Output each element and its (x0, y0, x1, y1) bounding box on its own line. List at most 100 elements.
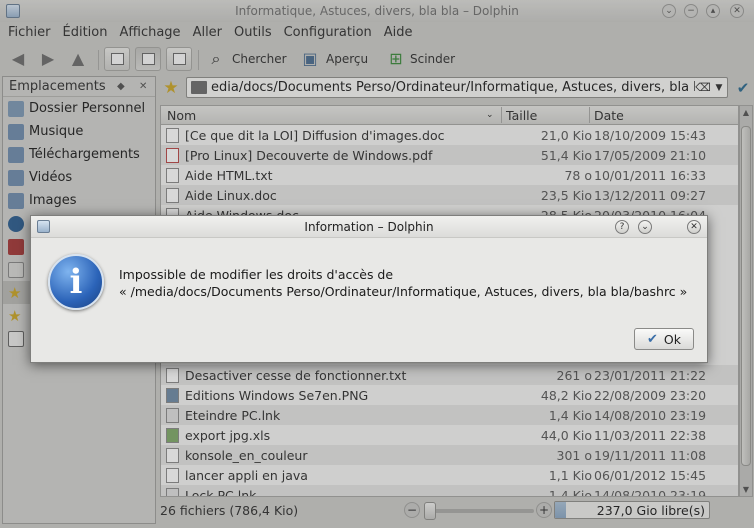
preview-label: Aperçu (326, 52, 369, 66)
column-divider[interactable] (501, 107, 502, 123)
help-button[interactable]: ? (615, 220, 629, 234)
file-row[interactable]: Desactiver cesse de fonctionner.txt 261 o… (161, 365, 738, 385)
file-date: 13/12/2011 09:27 (594, 188, 707, 203)
file-icon (166, 188, 179, 203)
minimize-button[interactable]: − (684, 4, 698, 18)
column-size-header[interactable]: Taille (506, 108, 537, 123)
scrollbar-thumb[interactable] (741, 126, 751, 466)
split-button[interactable]: ⊞ Scinder (386, 48, 455, 70)
split-label: Scinder (410, 52, 456, 66)
menu-aller[interactable]: Aller (187, 22, 228, 44)
file-row[interactable]: [Ce que dit la LOI] Diffusion d'images.d… (161, 125, 738, 145)
columns-view-icon (173, 53, 186, 65)
shade-button[interactable]: ⌄ (638, 220, 652, 234)
file-date: 10/01/2011 16:33 (594, 168, 707, 183)
forward-button[interactable]: ▶ (38, 48, 58, 70)
panel-float-button[interactable]: ◆ (117, 77, 125, 97)
place-label: Dossier Personnel (29, 101, 146, 116)
places-title: Emplacements (9, 79, 106, 94)
search-button[interactable]: ⌕ Chercher (206, 48, 287, 70)
place-label: Téléchargements (29, 147, 140, 162)
ok-button[interactable]: ✔ Ok (634, 328, 694, 350)
menu-aide[interactable]: Aide (378, 22, 419, 44)
chevron-down-icon[interactable]: ▼ (711, 83, 727, 93)
place-images[interactable]: Images (3, 189, 155, 212)
window-titlebar[interactable]: Informatique, Astuces, divers, bla bla –… (0, 0, 754, 22)
file-row[interactable]: konsole_en_couleur 301 o 19/11/2011 11:08 (161, 445, 738, 465)
bookmark-star-button[interactable]: ★ (160, 78, 182, 98)
column-name-header[interactable]: Nom (167, 108, 196, 123)
icons-view-icon (111, 53, 124, 65)
status-bar: 26 fichiers (786,4 Kio) − + 237,0 Gio li… (158, 500, 754, 522)
clear-location-icon[interactable]: ⌫ (695, 81, 711, 94)
drive-icon (8, 330, 24, 347)
file-rows-top: [Ce que dit la LOI] Diffusion d'images.d… (161, 125, 738, 225)
menu-outils[interactable]: Outils (228, 22, 278, 44)
file-row[interactable]: Aide Linux.doc 23,5 Kio 13/12/2011 09:27 (161, 185, 738, 205)
menu-fichier[interactable]: Fichier (2, 22, 57, 44)
columns-view-button[interactable] (166, 47, 192, 71)
menu-affichage[interactable]: Affichage (113, 22, 186, 44)
dialog-titlebar[interactable]: Information – Dolphin ? ⌄ ✕ (31, 216, 707, 238)
location-field[interactable]: edia/docs/Documents Perso/Ordinateur/Inf… (186, 77, 728, 98)
close-button[interactable]: ✕ (687, 220, 701, 234)
location-confirm-button[interactable]: ✔ (734, 78, 752, 98)
zoom-in-button[interactable]: + (536, 502, 552, 518)
places-header: Emplacements ◆ ✕ (3, 77, 155, 97)
file-icon (166, 448, 179, 463)
close-button[interactable]: ✕ (730, 4, 744, 18)
place-videos[interactable]: Vidéos (3, 166, 155, 189)
details-view-button[interactable] (135, 47, 161, 71)
file-icon (166, 128, 179, 143)
file-date: 14/08/2010 23:19 (594, 488, 707, 497)
file-row[interactable]: lancer appli en java 1,1 Kio 06/01/2012 15… (161, 465, 738, 485)
file-row[interactable]: Lock PC.lnk 1,4 Kio 14/08/2010 23:19 (161, 485, 738, 497)
file-name: Lock PC.lnk (185, 488, 257, 497)
location-path[interactable]: edia/docs/Documents Perso/Ordinateur/Inf… (211, 80, 695, 95)
preview-button[interactable]: ▣ Aperçu (300, 48, 368, 70)
window-title: Informatique, Astuces, divers, bla bla –… (235, 4, 519, 18)
zoom-slider-handle[interactable] (424, 502, 436, 520)
checkmark-icon: ✔ (647, 331, 658, 347)
column-date-header[interactable]: Date (594, 108, 624, 123)
menu-configuration[interactable]: Configuration (278, 22, 378, 44)
scroll-down-icon[interactable]: ▼ (741, 485, 751, 494)
vertical-scrollbar[interactable]: ▲ ▼ (739, 105, 753, 497)
sort-chevron-icon[interactable]: ⌄ (486, 110, 494, 120)
scroll-up-icon[interactable]: ▲ (741, 108, 751, 117)
file-row[interactable]: Aide HTML.txt 78 o 10/01/2011 16:33 (161, 165, 738, 185)
up-button[interactable]: ▲ (68, 48, 88, 70)
file-row[interactable]: Editions Windows Se7en.PNG 48,2 Kio 22/08/… (161, 385, 738, 405)
free-space-fill (555, 502, 566, 518)
icons-view-button[interactable] (104, 47, 130, 71)
split-icon: ⊞ (389, 49, 403, 68)
back-button[interactable]: ◀ (8, 48, 28, 70)
file-date: 19/11/2011 11:08 (594, 448, 707, 463)
zoom-out-button[interactable]: − (404, 502, 420, 518)
zoom-slider-track[interactable] (424, 509, 534, 513)
file-icon (166, 148, 179, 163)
dialog-message: Impossible de modifier les droits d'accè… (119, 266, 687, 300)
place-music[interactable]: Musique (3, 120, 155, 143)
place-home[interactable]: Dossier Personnel (3, 97, 155, 120)
place-label: Musique (29, 124, 84, 139)
file-rows-bottom: Desactiver cesse de fonctionner.txt 261 o… (161, 365, 738, 497)
file-row[interactable]: [Pro Linux] Decouverte de Windows.pdf 51,… (161, 145, 738, 165)
maximize-button[interactable]: ▴ (706, 4, 720, 18)
place-downloads[interactable]: Téléchargements (3, 143, 155, 166)
file-row[interactable]: Eteindre PC.lnk 1,4 Kio 14/08/2010 23:19 (161, 405, 738, 425)
arrow-right-icon: ▶ (41, 49, 55, 68)
file-date: 11/03/2011 22:38 (594, 428, 707, 443)
file-row[interactable]: export jpg.xls 44,0 Kio 11/03/2011 22:38 (161, 425, 738, 445)
column-divider[interactable] (589, 107, 590, 123)
panel-close-button[interactable]: ✕ (139, 77, 147, 97)
dialog-app-icon (37, 220, 50, 233)
home-folder-icon (8, 100, 24, 117)
menu-edition[interactable]: Édition (57, 22, 114, 44)
toolbar-separator (198, 50, 199, 70)
shade-button[interactable]: ⌄ (662, 4, 676, 18)
videos-folder-icon (8, 169, 24, 186)
file-icon (166, 428, 179, 443)
info-icon: i (48, 254, 104, 310)
file-icon (166, 368, 179, 383)
